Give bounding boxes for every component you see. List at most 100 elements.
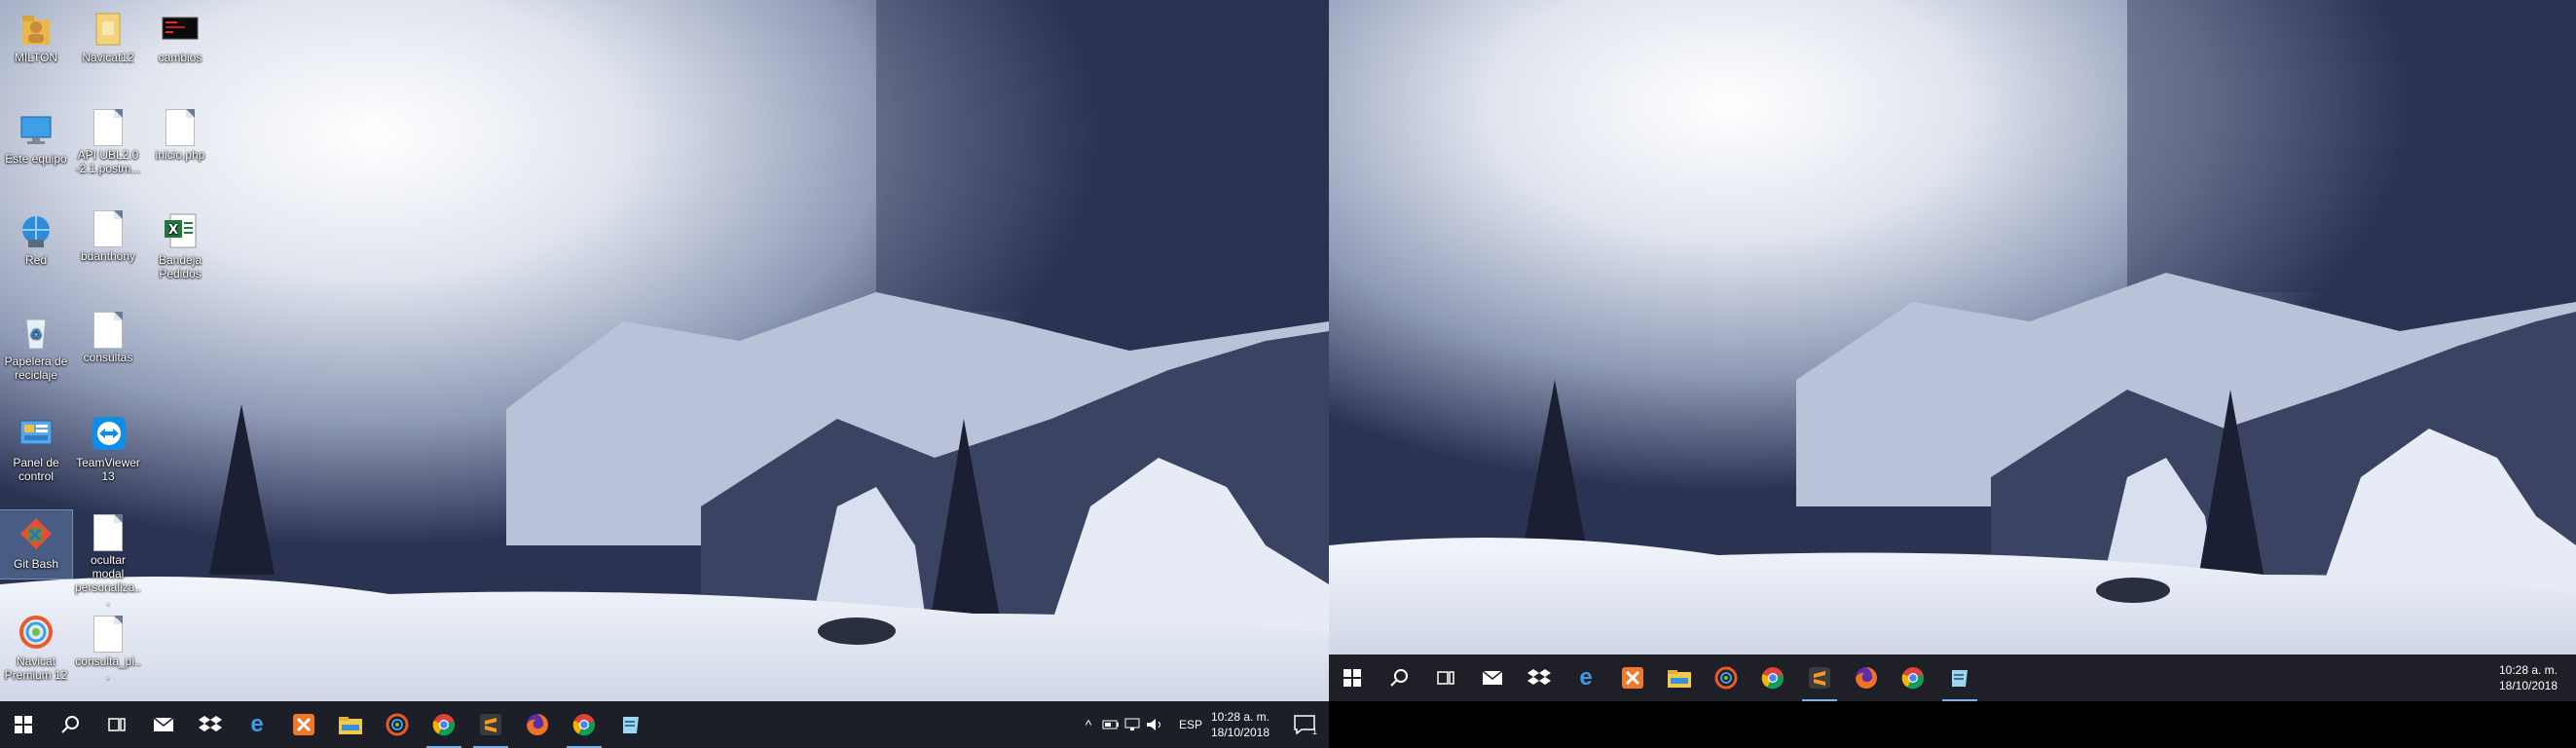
computer-icon	[17, 109, 55, 150]
dropbox-icon	[199, 716, 222, 731]
desktop-icon-este-equipo[interactable]: Este equipo	[0, 105, 72, 181]
terminal-thumbnail-icon	[161, 8, 200, 49]
taskbar-mail[interactable]	[1469, 654, 1516, 701]
taskbar-chrome[interactable]	[1749, 654, 1796, 701]
desktop-icon-api-ubl[interactable]: API UBL2.0 -2.1.postm...	[72, 105, 144, 195]
desktop-icon-milton[interactable]: MILTON	[0, 4, 72, 72]
taskbar-firefox[interactable]	[514, 701, 561, 748]
system-tray: ^ ESP	[1077, 701, 1207, 748]
navicat-icon	[1714, 666, 1738, 690]
task-view-button[interactable]	[1422, 654, 1469, 701]
start-icon	[15, 716, 32, 733]
right-monitor: e 10:28 a. m. 18/10/2018	[1329, 0, 2576, 701]
taskbar-dropbox[interactable]	[187, 701, 234, 748]
left-monitor: MILTON Este equipo Red ♻ Papelera de rec…	[0, 0, 1329, 748]
xampp-icon	[293, 714, 314, 735]
taskbar-sublime[interactable]	[467, 701, 514, 748]
start-button[interactable]	[1329, 654, 1376, 701]
clock[interactable]: 10:28 a. m. 18/10/2018	[1197, 709, 1283, 740]
edge-icon: e	[1579, 664, 1593, 691]
excel-icon: X	[161, 210, 200, 251]
clock-time: 10:28 a. m.	[1210, 710, 1270, 724]
unused-screen-area	[1329, 701, 2576, 748]
clock-date: 18/10/2018	[1210, 726, 1270, 739]
task-view-button[interactable]	[93, 701, 140, 748]
network-icon	[17, 210, 55, 251]
svg-text:X: X	[168, 223, 178, 238]
document-icon	[93, 616, 123, 653]
taskbar-file-explorer[interactable]	[327, 701, 374, 748]
document-icon	[93, 109, 123, 146]
clock-date: 18/10/2018	[2498, 679, 2558, 692]
taskbar-mail[interactable]	[140, 701, 187, 748]
desktop-icon-bandeja-pedidos[interactable]: X Bandeja Pedidos	[144, 206, 216, 292]
notepad-icon	[1952, 670, 1968, 687]
desktop-icon-red[interactable]: Red	[0, 206, 72, 282]
navicat-icon	[17, 612, 55, 653]
firefox-icon	[1856, 667, 1877, 689]
desktop-icon-cambios[interactable]: cambios	[144, 4, 216, 72]
desktop-icon-papelera[interactable]: ♻ Papelera de reciclaje	[0, 308, 72, 393]
clock-time: 10:28 a. m.	[2498, 663, 2558, 677]
taskbar-edge[interactable]: e	[234, 701, 280, 748]
taskbar-xampp[interactable]	[280, 701, 327, 748]
task-view-icon	[1437, 671, 1454, 685]
search-button[interactable]	[1376, 654, 1422, 701]
desktop-icon-inicio-php[interactable]: inicio.php	[144, 105, 216, 181]
chrome-icon	[1901, 667, 1925, 690]
dropbox-icon	[1527, 669, 1551, 685]
desktop-icon-navicat12-folder[interactable]: Navicat12	[72, 4, 144, 72]
svg-text:♻: ♻	[30, 327, 43, 343]
sublime-icon	[480, 714, 501, 735]
taskbar-navicat[interactable]	[374, 701, 421, 748]
taskbar-firefox[interactable]	[1843, 654, 1890, 701]
network-icon[interactable]	[1122, 717, 1145, 732]
taskbar-notepad[interactable]	[1936, 654, 1983, 701]
git-icon	[17, 514, 55, 555]
desktop-icon-consultas[interactable]: consultas	[72, 308, 144, 384]
file-explorer-icon	[1668, 670, 1691, 688]
notification-center-button[interactable]: 1	[1283, 701, 1326, 748]
chrome-icon	[1761, 667, 1785, 690]
taskbar-navicat[interactable]	[1703, 654, 1749, 701]
teamviewer-icon	[89, 413, 128, 454]
taskbar-notepad[interactable]	[607, 701, 654, 748]
taskbar-chrome-2[interactable]	[1890, 654, 1936, 701]
volume-icon[interactable]	[1145, 717, 1166, 732]
search-button[interactable]	[47, 701, 93, 748]
notepad-icon	[623, 717, 639, 733]
navicat-icon	[386, 713, 409, 736]
chrome-icon	[572, 714, 596, 736]
recycle-bin-icon: ♻	[17, 312, 55, 353]
xampp-icon	[1622, 667, 1643, 689]
desktop-icon-navicat-premium[interactable]: Navicat Premium 12	[0, 608, 72, 697]
taskbar-edge[interactable]: e	[1563, 654, 1609, 701]
start-button[interactable]	[0, 701, 47, 748]
desktop-icon-panel-de-control[interactable]: Panel de control	[0, 409, 72, 495]
taskbar-xampp[interactable]	[1609, 654, 1656, 701]
chrome-icon	[432, 714, 456, 736]
desktop-icon-ocultar-modal[interactable]: ocultar modal personaliza...	[72, 510, 144, 608]
desktop-icon-bdanthony[interactable]: bdanthony	[72, 206, 144, 282]
taskbar-left: e ^ ESP 10:28 a. m. 18/10/2018 1	[0, 701, 1329, 748]
document-icon	[93, 312, 123, 349]
task-view-icon	[108, 718, 126, 731]
desktop-icon-teamviewer[interactable]: TeamViewer 13	[72, 409, 144, 495]
firefox-icon	[527, 714, 548, 735]
start-icon	[1343, 669, 1361, 687]
taskbar-file-explorer[interactable]	[1656, 654, 1703, 701]
taskbar-chrome-2[interactable]	[561, 701, 607, 748]
desktop-icon-consulta-pi[interactable]: consulta_pi...	[72, 612, 144, 688]
desktop-icon-git-bash[interactable]: Git Bash	[0, 509, 73, 580]
taskbar-chrome[interactable]	[421, 701, 467, 748]
mail-icon	[1482, 670, 1503, 685]
search-icon	[61, 716, 79, 733]
desktop-wallpaper	[1329, 0, 2576, 701]
clock[interactable]: 10:28 a. m. 18/10/2018	[2485, 662, 2571, 693]
battery-icon[interactable]	[1100, 717, 1122, 732]
chevron-up-icon[interactable]: ^	[1077, 718, 1100, 731]
taskbar-sublime[interactable]	[1796, 654, 1843, 701]
document-icon	[166, 109, 195, 146]
taskbar-dropbox[interactable]	[1516, 654, 1563, 701]
control-panel-icon	[17, 413, 55, 454]
